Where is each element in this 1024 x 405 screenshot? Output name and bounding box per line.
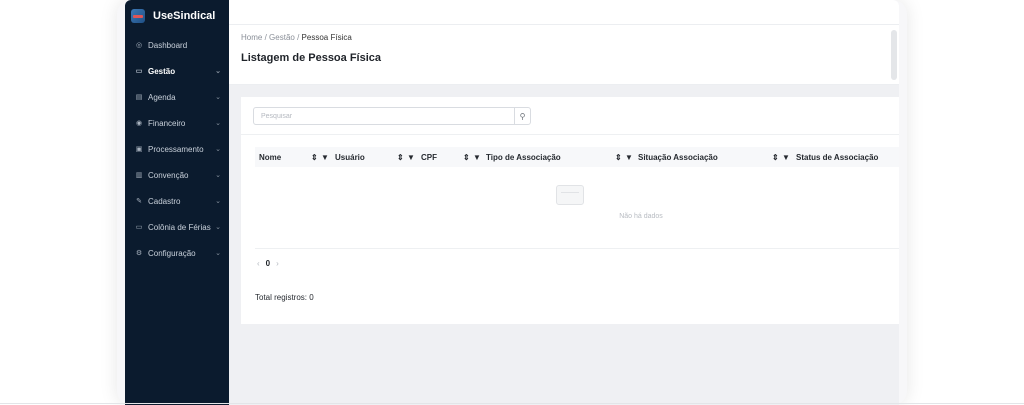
document-icon: ▥: [135, 172, 143, 179]
empty-inbox-icon: [556, 185, 584, 205]
chevron-down-icon: ⌄: [215, 68, 221, 75]
column-header-situacao-associacao[interactable]: Situação Associação: [638, 147, 718, 167]
pagination: ‹ 0 ›: [257, 259, 279, 268]
sort-icon[interactable]: ⇕: [463, 147, 470, 167]
sidebar-item-gestao[interactable]: ▭ Gestão ⌄: [125, 58, 229, 84]
chevron-down-icon: ⌄: [215, 198, 221, 205]
sidebar-item-financeiro[interactable]: ◉ Financeiro ⌄: [125, 110, 229, 136]
breadcrumb-current: Pessoa Física: [301, 33, 352, 42]
sidebar-item-dashboard[interactable]: ◎ Dashboard: [125, 32, 229, 58]
filter-icon[interactable]: ▼: [782, 147, 790, 167]
column-header-status-de-associacao[interactable]: Status de Associação: [796, 147, 878, 167]
brand-logo-icon: [131, 9, 145, 23]
sort-icon[interactable]: ⇕: [311, 147, 318, 167]
total-records: Total registros: 0: [255, 293, 314, 302]
sidebar-item-label: Financeiro: [148, 118, 186, 128]
topbar: [229, 0, 899, 25]
calendar-icon: ▤: [135, 94, 143, 101]
column-header-nome[interactable]: Nome: [259, 147, 281, 167]
sidebar-item-label: Colônia de Férias: [148, 222, 211, 232]
column-label: Situação Associação: [638, 152, 718, 162]
sidebar-item-label: Agenda: [148, 92, 176, 102]
edit-icon: ✎: [136, 198, 142, 205]
page-number[interactable]: 0: [266, 259, 270, 268]
sidebar-item-processamento[interactable]: ▣ Processamento ⌄: [125, 136, 229, 162]
sidebar-item-colonia-de-ferias[interactable]: ▭ Colônia de Férias ⌄: [125, 214, 229, 240]
search-input[interactable]: [254, 108, 514, 124]
divider: [0, 403, 1024, 404]
sidebar-item-label: Convenção: [148, 170, 189, 180]
brand-name: UseSindical: [153, 10, 216, 22]
chevron-down-icon: ⌄: [215, 172, 221, 179]
chevron-down-icon: ⌄: [215, 94, 221, 101]
column-label: Tipo de Associação: [486, 152, 561, 162]
breadcrumb-home[interactable]: Home: [241, 33, 262, 42]
breadcrumb: Home / Gestão / Pessoa Física: [241, 33, 887, 42]
search-box: ⚲: [253, 107, 531, 125]
sidebar-item-label: Gestão: [148, 66, 176, 76]
sidebar-item-label: Processamento: [148, 144, 204, 154]
vacation-icon: ▭: [135, 224, 143, 231]
sidebar-item-convencao[interactable]: ▥ Convenção ⌄: [125, 162, 229, 188]
empty-text: Não há dados: [619, 213, 663, 220]
divider: [241, 134, 899, 135]
chevron-down-icon: ⌄: [215, 250, 221, 257]
brand[interactable]: UseSindical: [125, 0, 229, 32]
sidebar-item-cadastro[interactable]: ✎ Cadastro ⌄: [125, 188, 229, 214]
sidebar-item-agenda[interactable]: ▤ Agenda ⌄: [125, 84, 229, 110]
page-title: Listagem de Pessoa Física: [241, 52, 382, 64]
folder-icon: ▭: [135, 68, 143, 75]
sort-icon[interactable]: ⇕: [615, 147, 622, 167]
table-header: Nome ⇕ ▼ Usuário ⇕ ▼ CPF ⇕ ▼ Tipo de Ass…: [255, 147, 899, 167]
process-icon: ▣: [135, 146, 143, 153]
sort-icon[interactable]: ⇕: [397, 147, 404, 167]
list-card: ⚲ Nome ⇕ ▼ Usuário ⇕ ▼ CPF ⇕ ▼: [241, 97, 899, 324]
gear-icon: ⚙: [135, 250, 143, 257]
filter-icon[interactable]: ▼: [407, 147, 415, 167]
sidebar-item-label: Cadastro: [148, 196, 181, 206]
sidebar: UseSindical ◎ Dashboard ▭ Gestão ⌄ ▤ Age…: [125, 0, 229, 405]
scrollbar[interactable]: [891, 30, 897, 80]
breadcrumb-separator: /: [264, 33, 267, 42]
filter-icon[interactable]: ▼: [321, 147, 329, 167]
filter-icon[interactable]: ▼: [625, 147, 633, 167]
column-header-usuario[interactable]: Usuário: [335, 147, 365, 167]
filter-icon[interactable]: ▼: [473, 147, 481, 167]
main-content: Home / Gestão / Pessoa Física Listagem d…: [229, 0, 899, 405]
search-icon[interactable]: ⚲: [514, 108, 530, 124]
empty-state: Não há dados: [241, 185, 899, 220]
sort-icon[interactable]: ⇕: [772, 147, 779, 167]
prev-page-icon[interactable]: ‹: [257, 259, 260, 268]
column-header-cpf[interactable]: CPF: [421, 147, 437, 167]
page-header: Home / Gestão / Pessoa Física Listagem d…: [229, 25, 899, 85]
breadcrumb-separator: /: [297, 33, 300, 42]
column-label: Usuário: [335, 152, 365, 162]
chevron-down-icon: ⌄: [215, 120, 221, 127]
chevron-down-icon: ⌄: [215, 224, 221, 231]
column-label: Nome: [259, 152, 282, 162]
sidebar-nav: ◎ Dashboard ▭ Gestão ⌄ ▤ Agenda ⌄ ◉ Fina…: [125, 32, 229, 266]
dashboard-icon: ◎: [135, 42, 143, 49]
column-label: CPF: [421, 152, 437, 162]
money-icon: ◉: [135, 120, 143, 127]
sidebar-item-label: Configuração: [148, 248, 196, 258]
sidebar-item-configuracao[interactable]: ⚙ Configuração ⌄: [125, 240, 229, 266]
chevron-down-icon: ⌄: [215, 146, 221, 153]
column-label: Status de Associação: [796, 152, 879, 162]
app-window: UseSindical ◎ Dashboard ▭ Gestão ⌄ ▤ Age…: [125, 0, 899, 405]
column-header-tipo-de-associacao[interactable]: Tipo de Associação: [486, 147, 561, 167]
sidebar-item-label: Dashboard: [148, 40, 188, 50]
next-page-icon[interactable]: ›: [276, 259, 279, 268]
breadcrumb-section[interactable]: Gestão: [269, 33, 295, 42]
divider: [255, 248, 899, 249]
